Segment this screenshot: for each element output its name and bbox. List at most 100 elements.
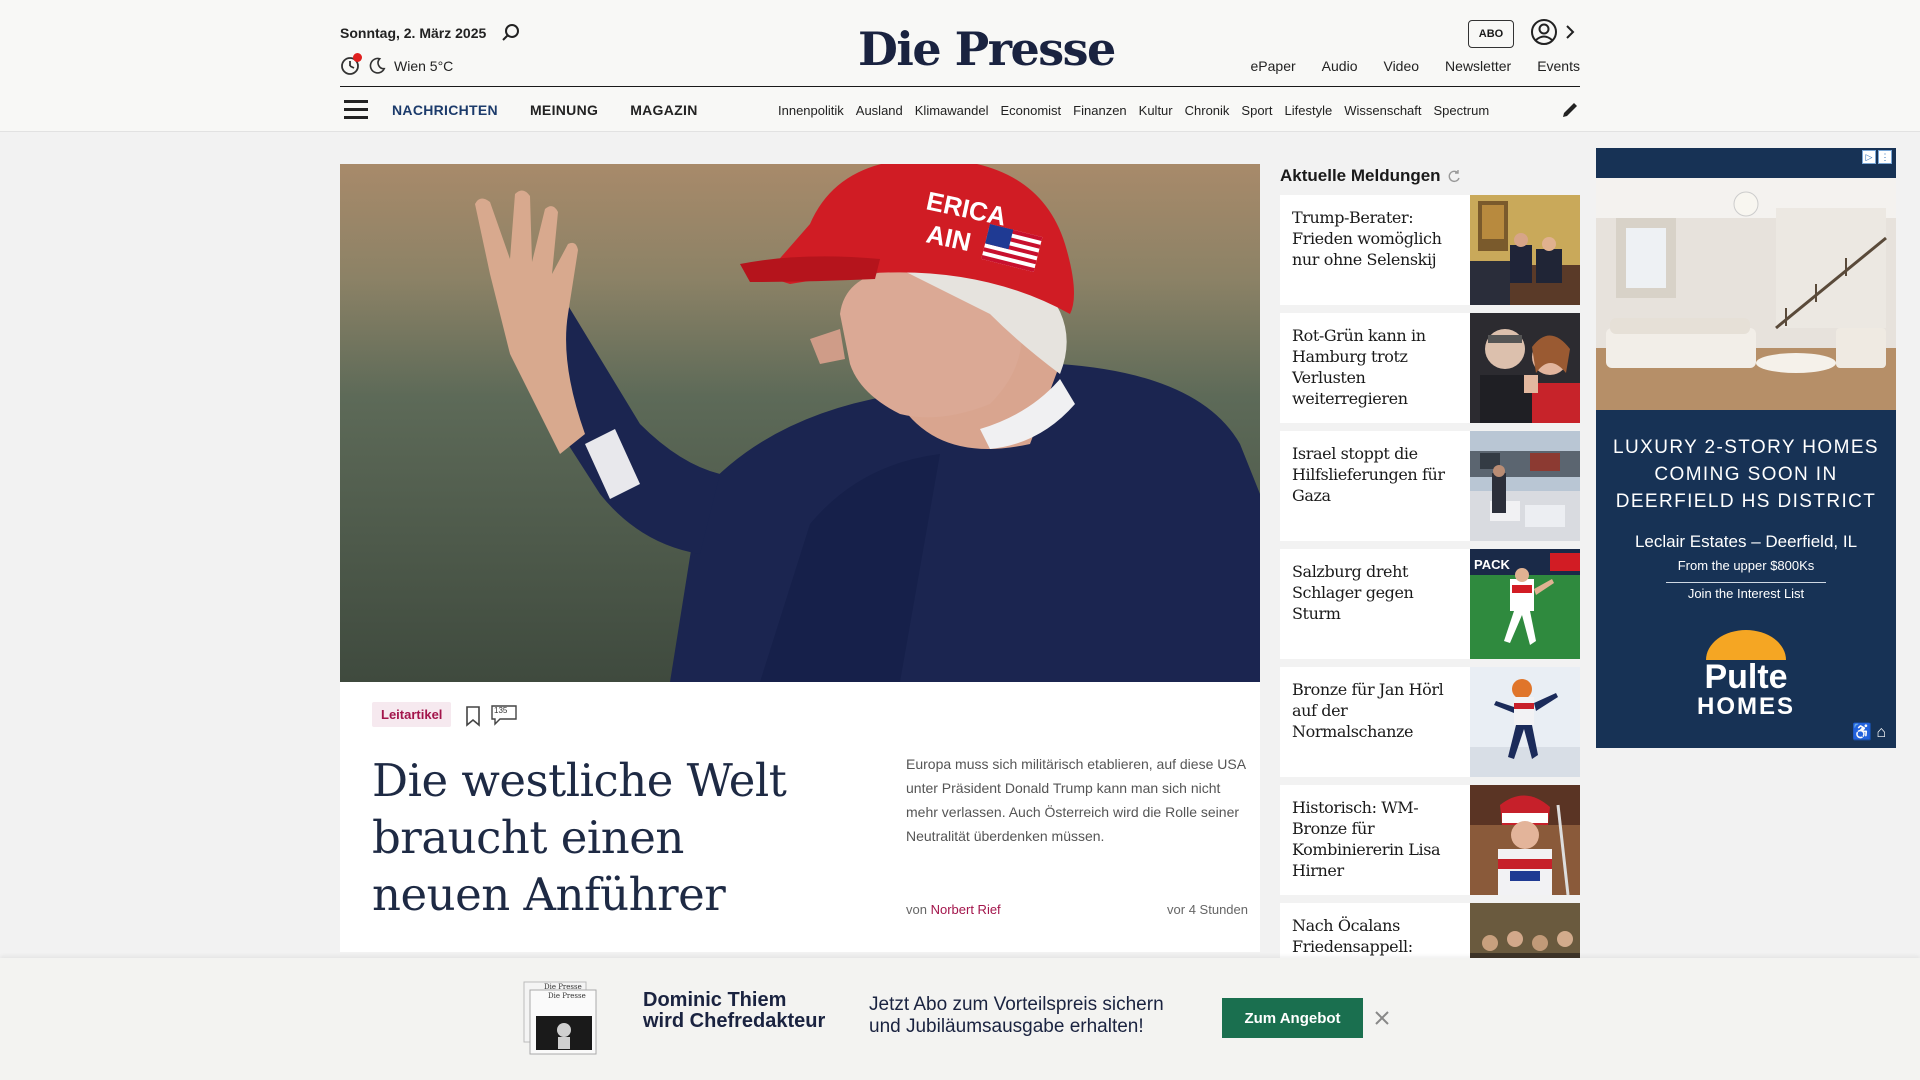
news-item-title: Rot-Grün kann in Hamburg trotz Verlusten…	[1292, 326, 1426, 408]
ad-choices[interactable]: ▷ ⋮	[1862, 150, 1892, 164]
ad-photo	[1596, 178, 1896, 410]
latest-news-title-label: Aktuelle Meldungen	[1280, 166, 1441, 185]
menu-icon[interactable]	[344, 100, 368, 120]
news-thumbnail	[1470, 667, 1580, 777]
banner-title-line: wird Chefredakteur	[643, 1010, 826, 1032]
search-icon[interactable]	[500, 22, 522, 44]
main-nav: NACHRICHTEN MEINUNG MAGAZIN	[392, 102, 698, 118]
news-item[interactable]: Nach Öcalans Friedensappell:	[1280, 903, 1580, 960]
subscription-banner: Die Presse Die Presse Dominic Thiem wird…	[0, 958, 1920, 1080]
user-icon[interactable]	[1530, 18, 1558, 46]
ad-divider	[1666, 582, 1826, 583]
current-date: Sonntag, 2. März 2025	[340, 25, 487, 41]
banner-title: Dominic Thiem wird Chefredakteur	[643, 990, 825, 1032]
ad-logo-bottom: HOMES	[1697, 693, 1795, 720]
nav-nachrichten[interactable]: NACHRICHTEN	[392, 102, 498, 118]
hero-article-card[interactable]: Leitartikel 135 Die westliche Welt brauc…	[340, 682, 1260, 952]
news-thumbnail: PACK	[1470, 549, 1580, 659]
subnav-innenpolitik[interactable]: Innenpolitik	[778, 103, 844, 118]
ad-menu-icon[interactable]: ⋮	[1878, 150, 1892, 164]
svg-text:PACK: PACK	[1474, 557, 1510, 572]
latest-news-list: Trump-Berater: Frieden womöglich nur ohn…	[1280, 195, 1580, 960]
news-item-title: Historisch: WM-Bronze für Kombiniererin …	[1292, 798, 1441, 880]
news-thumbnail	[1470, 313, 1580, 423]
chevron-right-icon[interactable]	[1563, 22, 1577, 42]
comment-count[interactable]: 135	[490, 704, 518, 726]
link-video[interactable]: Video	[1383, 58, 1419, 74]
advertisement[interactable]: ▷ ⋮ LUXURY 2-STORY HOMES COMING SOON IN …	[1596, 148, 1896, 748]
sub-nav: Innenpolitik Ausland Klimawandel Economi…	[778, 103, 1538, 118]
banner-title-line: Dominic Thiem	[643, 989, 787, 1011]
link-audio[interactable]: Audio	[1322, 58, 1358, 74]
subnav-chronik[interactable]: Chronik	[1185, 103, 1230, 118]
news-item-title: Salzburg dreht Schlager gegen Sturm	[1292, 562, 1414, 623]
news-item-title: Trump-Berater: Frieden womöglich nur ohn…	[1292, 208, 1442, 269]
notification-dot	[353, 53, 362, 62]
site-header: Sonntag, 2. März 2025 Wien 5°C Die Press…	[0, 0, 1920, 132]
ad-headline: LUXURY 2-STORY HOMES COMING SOON IN DEER…	[1596, 434, 1896, 515]
refresh-icon	[1448, 170, 1460, 183]
accessibility-icon: ♿ ⌂	[1851, 724, 1886, 741]
author-link[interactable]: Norbert Rief	[931, 902, 1001, 917]
ad-headline-line: LUXURY 2-STORY HOMES	[1613, 437, 1879, 458]
weather-widget[interactable]: Wien 5°C	[340, 53, 454, 76]
news-item[interactable]: Israel stoppt die Hilfslieferungen für G…	[1280, 431, 1580, 541]
top-links: ePaper Audio Video Newsletter Events	[1251, 58, 1580, 74]
news-item-title: Nach Öcalans Friedensappell:	[1292, 916, 1413, 956]
news-item-title: Bronze für Jan Hörl auf der Normalschanz…	[1292, 680, 1444, 741]
news-item[interactable]: Salzburg dreht Schlager gegen Sturm PACK	[1280, 549, 1580, 659]
subnav-sport[interactable]: Sport	[1241, 103, 1272, 118]
publish-time: vor 4 Stunden	[1167, 902, 1248, 917]
banner-text-line: und Jubiläumsausgabe erhalten!	[869, 1016, 1144, 1037]
subnav-finanzen[interactable]: Finanzen	[1073, 103, 1126, 118]
subnav-ausland[interactable]: Ausland	[856, 103, 903, 118]
link-newsletter[interactable]: Newsletter	[1445, 58, 1511, 74]
subnav-klimawandel[interactable]: Klimawandel	[915, 103, 989, 118]
ad-cta[interactable]: Join the Interest List	[1596, 586, 1896, 601]
close-icon[interactable]	[1372, 1008, 1392, 1028]
ad-location: Leclair Estates – Deerfield, IL	[1634, 532, 1858, 551]
subnav-wissenschaft[interactable]: Wissenschaft	[1344, 103, 1421, 118]
ad-choices-icon[interactable]: ▷	[1862, 150, 1876, 164]
byline-prefix: von	[906, 902, 927, 917]
news-thumbnail	[1470, 195, 1580, 305]
news-item[interactable]: Rot-Grün kann in Hamburg trotz Verlusten…	[1280, 313, 1580, 423]
subnav-economist[interactable]: Economist	[1000, 103, 1061, 118]
kicker-badge[interactable]: Leitartikel	[372, 702, 452, 727]
hero-image[interactable]: ERICA AIN	[340, 164, 1260, 682]
offer-button[interactable]: Zum Angebot	[1222, 998, 1363, 1038]
ad-price: From the upper $800Ks	[1677, 558, 1815, 573]
svg-text:Die Presse: Die Presse	[544, 983, 582, 991]
clock-icon	[340, 53, 362, 76]
hero-teaser: Europa muss sich militärisch etablieren,…	[906, 756, 1246, 844]
subnav-spectrum[interactable]: Spectrum	[1434, 103, 1490, 118]
subnav-fade	[1490, 98, 1540, 122]
ad-headline-line: DEERFIELD HS DISTRICT	[1615, 491, 1877, 512]
nav-magazin[interactable]: MAGAZIN	[630, 102, 697, 118]
banner-text: Jetzt Abo zum Vorteilspreis sichern und …	[869, 994, 1164, 1038]
site-logo[interactable]: Die Presse	[858, 22, 1116, 76]
hero-headline[interactable]: Die westliche Welt braucht einen neuen A…	[372, 752, 812, 923]
news-item-title: Israel stoppt die Hilfslieferungen für G…	[1292, 444, 1445, 505]
svg-text:Die Presse: Die Presse	[548, 992, 586, 1000]
nav-meinung[interactable]: MEINUNG	[530, 102, 598, 118]
nav-divider	[340, 86, 1580, 87]
bookmark-icon[interactable]	[464, 705, 482, 727]
news-item[interactable]: Trump-Berater: Frieden womöglich nur ohn…	[1280, 195, 1580, 305]
subnav-lifestyle[interactable]: Lifestyle	[1285, 103, 1333, 118]
subnav-kultur[interactable]: Kultur	[1139, 103, 1173, 118]
weather-label: Wien 5°C	[394, 58, 454, 74]
comment-count-label: 135	[494, 706, 508, 715]
ad-logo-top: Pulte	[1704, 658, 1787, 696]
abo-button[interactable]: ABO	[1468, 20, 1514, 48]
moon-icon	[369, 57, 386, 74]
link-epaper[interactable]: ePaper	[1251, 58, 1296, 74]
pencil-icon[interactable]	[1560, 100, 1580, 120]
banner-text-line: Jetzt Abo zum Vorteilspreis sichern	[869, 994, 1164, 1015]
news-item[interactable]: Bronze für Jan Hörl auf der Normalschanz…	[1280, 667, 1580, 777]
pulte-homes-logo: Pulte HOMES	[1697, 630, 1795, 720]
link-events[interactable]: Events	[1537, 58, 1580, 74]
news-item[interactable]: Historisch: WM-Bronze für Kombiniererin …	[1280, 785, 1580, 895]
news-thumbnail	[1470, 431, 1580, 541]
byline: von Norbert Rief	[906, 902, 1001, 917]
